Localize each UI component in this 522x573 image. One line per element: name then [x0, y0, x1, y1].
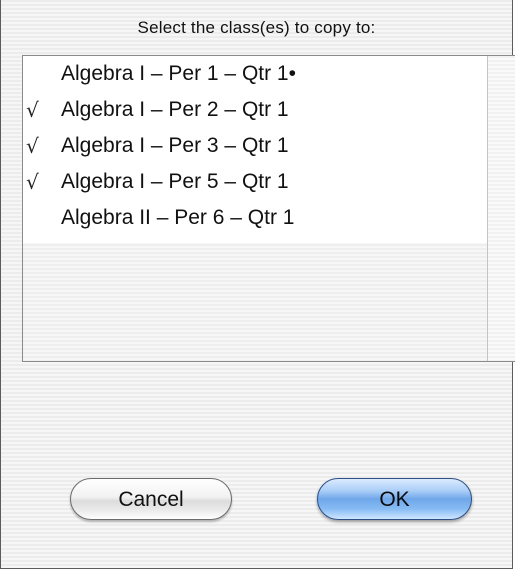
class-list-item[interactable]: Algebra I – Per 1 – Qtr 1•	[23, 56, 487, 92]
cancel-button[interactable]: Cancel	[70, 478, 232, 520]
class-label: Algebra I – Per 1 – Qtr 1•	[61, 62, 296, 85]
checkmark-icon: √	[26, 170, 39, 194]
class-list-item[interactable]: √ Algebra I – Per 5 – Qtr 1	[23, 164, 487, 200]
class-label: Algebra I – Per 2 – Qtr 1	[61, 98, 289, 121]
dialog-prompt: Select the class(es) to copy to:	[137, 18, 376, 37]
copy-to-class-dialog: Select the class(es) to copy to: Algebra…	[0, 0, 515, 569]
class-label: Algebra I – Per 5 – Qtr 1	[61, 170, 289, 193]
ok-button[interactable]: OK	[317, 478, 472, 520]
checkmark-icon: √	[26, 134, 39, 158]
class-label: Algebra II – Per 6 – Qtr 1	[61, 206, 295, 229]
checkmark-icon: √	[26, 98, 39, 122]
class-label: Algebra I – Per 3 – Qtr 1	[61, 134, 289, 157]
class-list-item[interactable]: √ Algebra I – Per 3 – Qtr 1	[23, 128, 487, 164]
class-list-item[interactable]: Algebra II – Per 6 – Qtr 1	[23, 200, 487, 236]
class-list-item[interactable]: √ Algebra I – Per 2 – Qtr 1	[23, 92, 487, 128]
class-list-box: Algebra I – Per 1 – Qtr 1• √ Algebra I –…	[22, 55, 515, 362]
class-list: Algebra I – Per 1 – Qtr 1• √ Algebra I –…	[23, 56, 487, 243]
scrollbar-track[interactable]	[488, 56, 515, 361]
